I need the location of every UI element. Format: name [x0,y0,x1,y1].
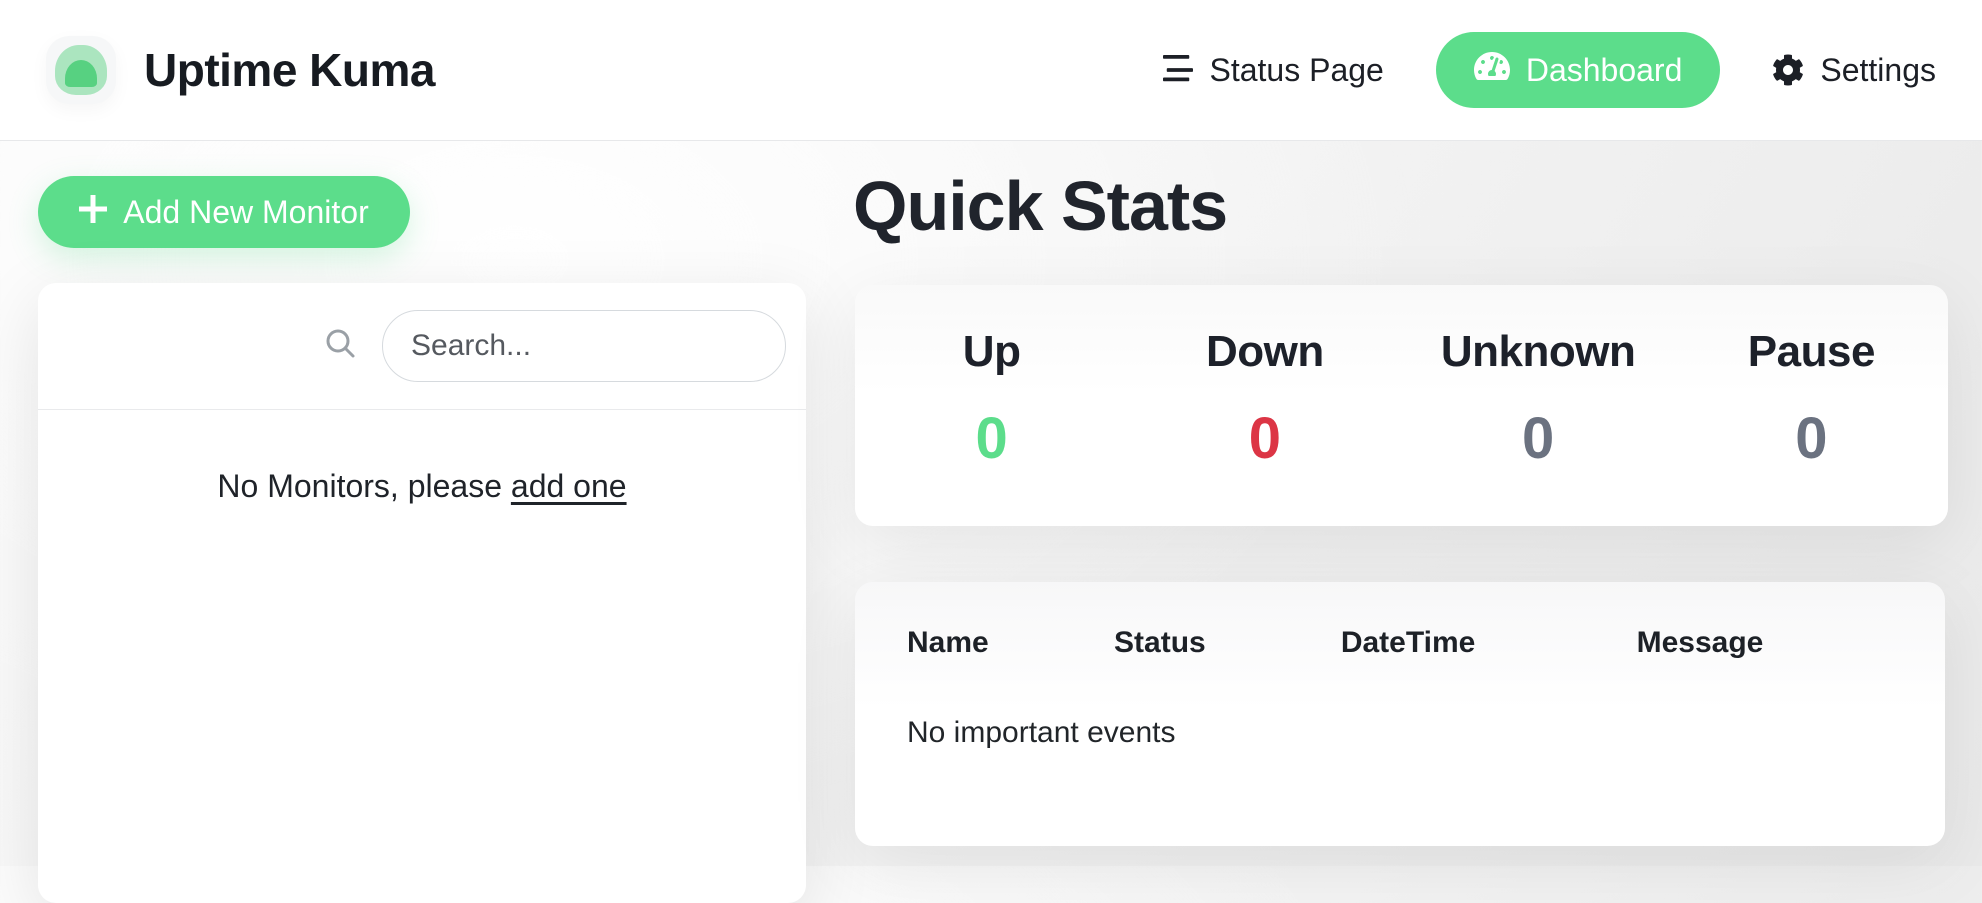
stat-unknown: Unknown 0 [1402,327,1675,472]
important-events-table: Name Status DateTime Message No importan… [907,626,1893,750]
monitor-search-row [38,283,806,410]
stat-unknown-label: Unknown [1402,327,1675,377]
stat-up: Up 0 [855,327,1128,472]
stat-down: Down 0 [1128,327,1401,472]
stat-up-label: Up [855,327,1128,377]
tachometer-icon [1474,50,1510,90]
nav-item-status-page[interactable]: Status Page [1163,52,1383,89]
nav-status-page-label: Status Page [1209,52,1383,89]
stat-pause-value: 0 [1675,405,1948,472]
no-monitors-text: No Monitors, please [217,468,502,504]
add-new-monitor-label: Add New Monitor [123,194,368,231]
quick-stats-heading: Quick Stats [853,166,1227,246]
quick-stats-card: Up 0 Down 0 Unknown 0 Pause 0 [855,285,1948,526]
uptime-kuma-logo [46,36,116,104]
logo-middle-blob [55,45,107,95]
logo-dome [65,60,97,87]
plus-icon [79,194,107,231]
add-new-monitor-button[interactable]: Add New Monitor [38,176,410,248]
events-table-header-row: Name Status DateTime Message [907,626,1893,670]
nav-item-settings[interactable]: Settings [1772,52,1936,89]
header-nav: Status Page Dashboard Settings [1163,32,1936,108]
events-header-name: Name [907,626,1114,670]
search-input[interactable] [382,310,786,382]
stat-down-value: 0 [1128,405,1401,472]
events-header-status: Status [1114,626,1341,670]
app-header: Uptime Kuma Status Page Dashboard Settin… [0,0,1982,141]
gear-icon [1772,54,1804,86]
list-icon [1163,55,1193,85]
stat-pause: Pause 0 [1675,327,1948,472]
stat-up-value: 0 [855,405,1128,472]
stat-pause-label: Pause [1675,327,1948,377]
stat-unknown-value: 0 [1402,405,1675,472]
monitor-list-panel: No Monitors, please add one [38,283,806,903]
app-title: Uptime Kuma [144,43,435,97]
events-empty-row: No important events [907,670,1893,750]
events-empty-text: No important events [907,670,1893,750]
no-monitors-message: No Monitors, please add one [38,468,806,505]
nav-settings-label: Settings [1820,52,1936,89]
nav-dashboard-label: Dashboard [1526,52,1683,89]
important-events-card: Name Status DateTime Message No importan… [855,582,1945,846]
add-one-link[interactable]: add one [511,468,627,504]
nav-item-dashboard[interactable]: Dashboard [1436,32,1721,108]
stat-down-label: Down [1128,327,1401,377]
search-icon [324,327,358,366]
events-header-message: Message [1637,626,1893,670]
events-header-datetime: DateTime [1341,626,1637,670]
